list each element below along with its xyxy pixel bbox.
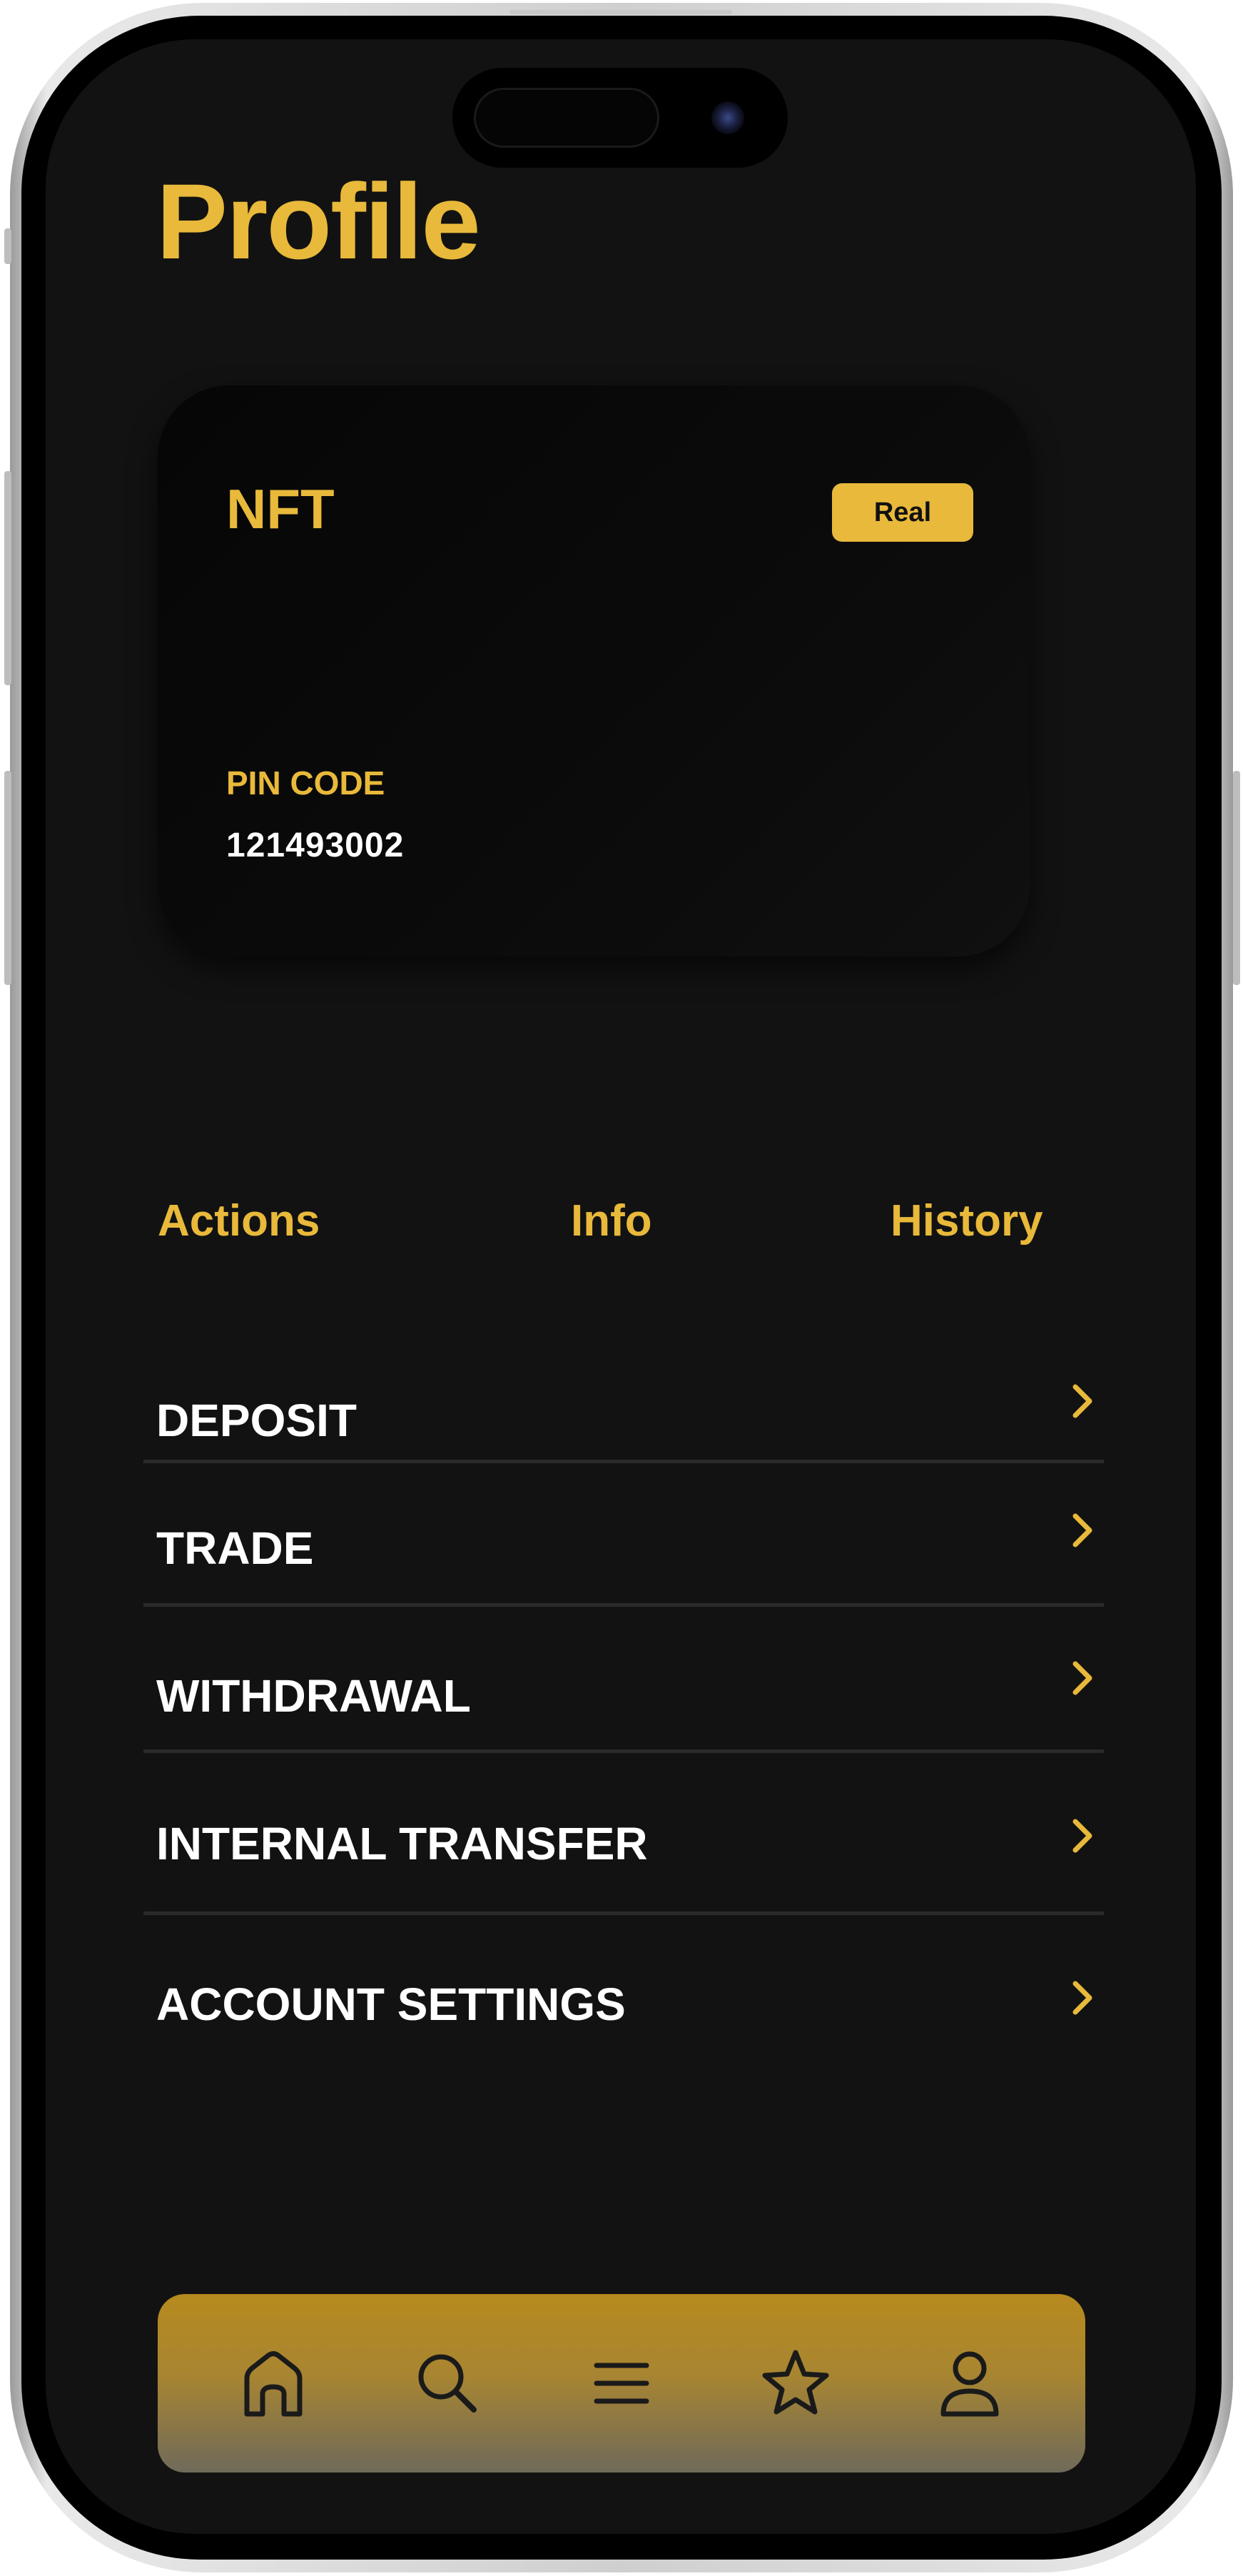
menu-item-label: INTERNAL TRANSFER — [156, 1818, 648, 1869]
side-button-silent — [4, 228, 11, 264]
account-type-badge: Real — [832, 483, 973, 542]
tab-actions[interactable]: Actions — [158, 1196, 320, 1246]
star-icon — [762, 2350, 829, 2415]
menu-item-internal-transfer[interactable]: INTERNAL TRANSFER — [143, 1753, 1104, 1915]
menu-item-label: ACCOUNT SETTINGS — [156, 1979, 626, 2030]
menu-item-label: DEPOSIT — [156, 1395, 357, 1446]
nav-menu-button[interactable] — [579, 2340, 664, 2426]
side-button-power — [1233, 771, 1240, 985]
menu-item-deposit[interactable]: DEPOSIT — [143, 1310, 1104, 1463]
nav-search-button[interactable] — [405, 2340, 490, 2426]
home-icon — [244, 2351, 303, 2417]
chevron-right-icon — [1072, 1661, 1092, 1695]
menu-item-label: TRADE — [156, 1522, 314, 1574]
menu-icon — [594, 2363, 649, 2404]
user-icon — [940, 2351, 999, 2417]
actions-menu: DEPOSIT TRADE WITHDRAWAL INTERNAL TRANSF… — [143, 1310, 1104, 2058]
chevron-right-icon — [1072, 1981, 1092, 2015]
side-button-volume-up — [4, 471, 11, 685]
chevron-right-icon — [1072, 1384, 1092, 1418]
nav-home-button[interactable] — [230, 2340, 316, 2426]
menu-item-label: WITHDRAWAL — [156, 1670, 471, 1722]
tab-history[interactable]: History — [891, 1196, 1043, 1246]
phone-top-edge — [509, 10, 732, 14]
menu-item-withdrawal[interactable]: WITHDRAWAL — [143, 1607, 1104, 1753]
island-sensor — [474, 88, 659, 148]
app-screen: Profile NFT Real PIN CODE 121493002 Acti… — [46, 39, 1196, 2534]
camera-icon — [711, 101, 744, 134]
bottom-nav-bar — [158, 2294, 1085, 2473]
menu-item-trade[interactable]: TRADE — [143, 1463, 1104, 1607]
side-button-volume-down — [4, 771, 11, 985]
nav-profile-button[interactable] — [927, 2340, 1013, 2426]
menu-item-account-settings[interactable]: ACCOUNT SETTINGS — [143, 1915, 1104, 2058]
search-icon — [418, 2354, 477, 2413]
page-title: Profile — [156, 161, 481, 281]
chevron-right-icon — [1072, 1819, 1092, 1853]
pin-code-value: 121493002 — [226, 827, 405, 864]
pin-code-label: PIN CODE — [226, 764, 385, 802]
card-brand: NFT — [226, 478, 335, 540]
tab-info[interactable]: Info — [571, 1196, 652, 1246]
nav-favorites-button[interactable] — [753, 2340, 838, 2426]
nft-card[interactable]: NFT Real PIN CODE 121493002 — [158, 385, 1030, 956]
dynamic-island — [452, 68, 788, 168]
chevron-right-icon — [1072, 1513, 1092, 1547]
